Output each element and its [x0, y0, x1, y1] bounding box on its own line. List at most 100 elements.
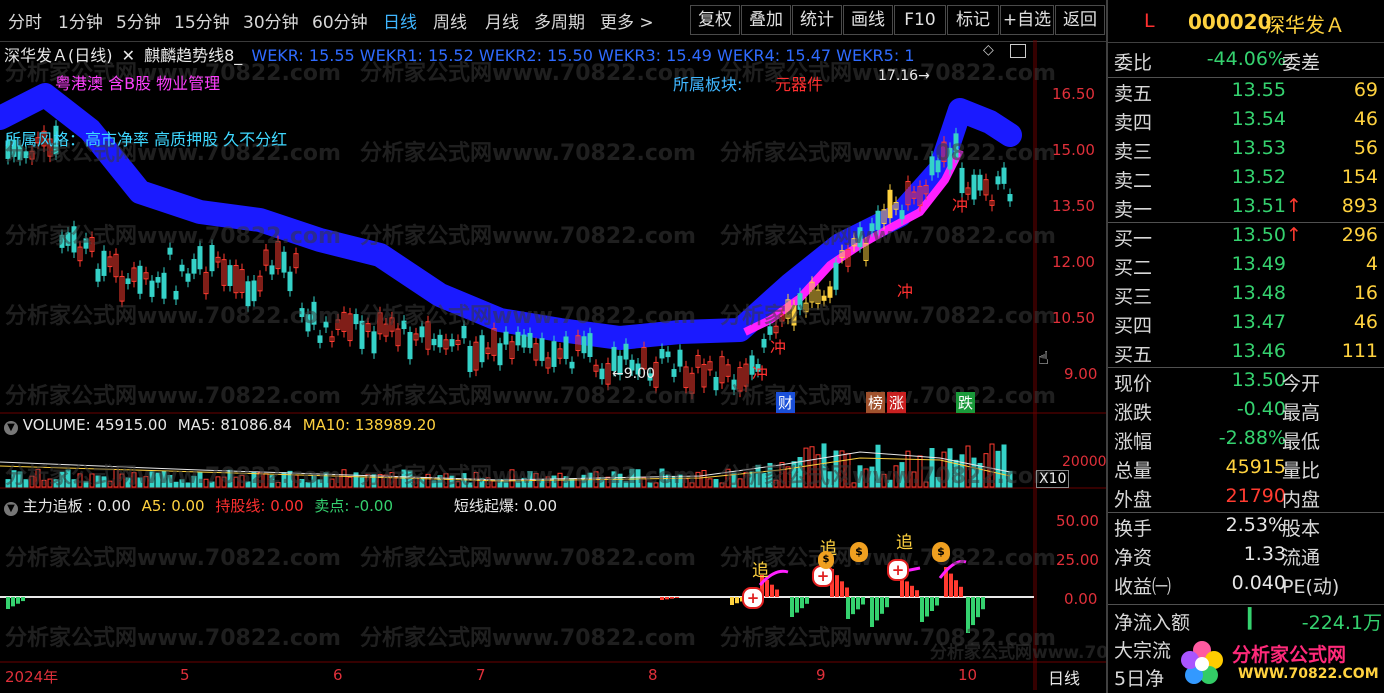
netflow-row: 净流入额 ▎ -224.1万 [1114, 608, 1382, 634]
tab-multi-period[interactable]: 多周期 [534, 8, 585, 33]
volume-bar [59, 471, 65, 488]
volume-bar [179, 479, 185, 488]
sell-row[interactable]: 卖四 13.54 46 [1108, 108, 1384, 136]
volume-bar [215, 476, 221, 488]
indicator-bar [920, 597, 924, 622]
tab-fenshi[interactable]: 分时 [8, 8, 42, 33]
volume-bar [659, 468, 665, 488]
tab-30min[interactable]: 30分钟 [243, 8, 299, 33]
flag-l: L [1144, 10, 1155, 32]
volume-bar [551, 475, 557, 488]
kline-chart-area[interactable]: 分析家公式网www.70822.com 分析家公式网www.70822.com … [0, 40, 1190, 690]
volume-bar [989, 443, 995, 488]
candle [527, 332, 533, 348]
time-tick: 9 [816, 666, 826, 684]
tab-weekly[interactable]: 周线 [433, 8, 467, 33]
buy-row[interactable]: 买二 13.49 4 [1108, 253, 1384, 281]
candle [71, 226, 77, 253]
tab-15min[interactable]: 15分钟 [174, 8, 230, 33]
candle [947, 147, 953, 170]
volume-bar [743, 472, 749, 488]
volume-bar [1001, 444, 1007, 488]
buy-plus-icon: + [742, 587, 764, 609]
window-icon[interactable] [1010, 44, 1026, 58]
volume-bar [857, 465, 863, 488]
volume-bar [239, 474, 245, 488]
candle [281, 251, 287, 273]
volume-bar [905, 450, 911, 488]
indicator-bar [910, 585, 914, 597]
draw-button[interactable]: 画线 [843, 5, 893, 35]
volume-bar [941, 451, 947, 488]
indicator-bar [730, 597, 734, 605]
tab-monthly[interactable]: 月线 [485, 8, 519, 33]
indicator-bar [21, 597, 25, 602]
volume-bar [851, 482, 857, 488]
buy-row[interactable]: 买三 13.48 16 [1108, 282, 1384, 310]
buy-plus-icon: + [887, 559, 909, 581]
tab-60min[interactable]: 60分钟 [312, 8, 368, 33]
volume-bar [77, 473, 83, 488]
candle [323, 321, 329, 328]
price-tick: 15.00 [1052, 141, 1095, 159]
sell-row[interactable]: 卖五 13.55 69 [1108, 79, 1384, 107]
volume-bar [89, 473, 95, 488]
sell-row[interactable]: 卖二 13.52 154 [1108, 166, 1384, 194]
tab-daily[interactable]: 日线 [383, 8, 417, 33]
event-tag-fall[interactable]: 跌 [956, 392, 976, 413]
tab-1min[interactable]: 1分钟 [58, 8, 103, 33]
fuquan-button[interactable]: 复权 [690, 5, 740, 35]
volume-bar [119, 473, 125, 488]
volume-bar [605, 476, 611, 488]
more-menu[interactable]: 更多 > [600, 8, 654, 33]
diamond-icon[interactable]: ◇ [983, 42, 994, 58]
candle [353, 314, 359, 325]
candle [185, 273, 191, 282]
volume-unit: X10 [1036, 470, 1070, 488]
close-icon[interactable]: ✕ [122, 46, 135, 65]
sell-row[interactable]: 卖三 13.53 56 [1108, 137, 1384, 165]
candle [149, 280, 155, 297]
chevron-down-icon[interactable]: ▼ [4, 502, 18, 516]
buy-row[interactable]: 买四 13.47 46 [1108, 311, 1384, 339]
stat-row: 总量 45915 量比 [1114, 456, 1321, 482]
candle [209, 245, 215, 272]
volume-bar [11, 470, 17, 488]
indicator-header: ▼ 主力追板 : 0.00 A5: 0.00 持股线: 0.00 卖点: -0.… [4, 495, 557, 516]
f10-button[interactable]: F10 [894, 5, 946, 35]
candle [899, 210, 905, 220]
price-tick: 13.50 [1052, 197, 1095, 215]
candle [125, 278, 131, 285]
mark-button[interactable]: 标记 [947, 5, 999, 35]
back-button[interactable]: 返回 [1055, 5, 1105, 35]
candle [791, 305, 797, 326]
tab-5min[interactable]: 5分钟 [116, 8, 161, 33]
buy-row[interactable]: 买五 13.46 111 [1108, 340, 1384, 368]
indicator-bar [966, 597, 970, 633]
period-tab-daily[interactable]: 日线 [1048, 665, 1080, 689]
time-tick: 6 [333, 666, 343, 684]
volume-bar [395, 477, 401, 488]
indicator-name[interactable]: 麒麟趋势线8_ [144, 46, 242, 65]
buy-row[interactable]: 买一 13.50 ↑ 296 [1108, 224, 1384, 252]
chevron-down-icon[interactable]: ▼ [4, 421, 18, 435]
overlay-button[interactable]: 叠加 [741, 5, 791, 35]
volume-bar [137, 477, 143, 488]
candle [461, 325, 467, 339]
chong-label: 冲 [952, 196, 969, 215]
volume-bar [683, 478, 689, 488]
event-tag-financial[interactable]: 财 [776, 392, 796, 413]
add-favorite-button[interactable]: +自选 [1000, 5, 1054, 35]
volume-bar [749, 471, 755, 488]
volume-bar [515, 480, 521, 488]
event-tag-ranking[interactable]: 榜 [866, 392, 886, 413]
event-tag-rise[interactable]: 涨 [887, 392, 907, 413]
stats-button[interactable]: 统计 [792, 5, 842, 35]
indicator-bar [851, 597, 855, 615]
sell-row[interactable]: 卖一 13.51 ↑ 893 [1108, 195, 1384, 223]
volume-bar [191, 475, 197, 488]
candle [515, 331, 521, 346]
volume-bar [155, 472, 161, 488]
volume-bar [203, 478, 209, 488]
candle [827, 286, 833, 298]
